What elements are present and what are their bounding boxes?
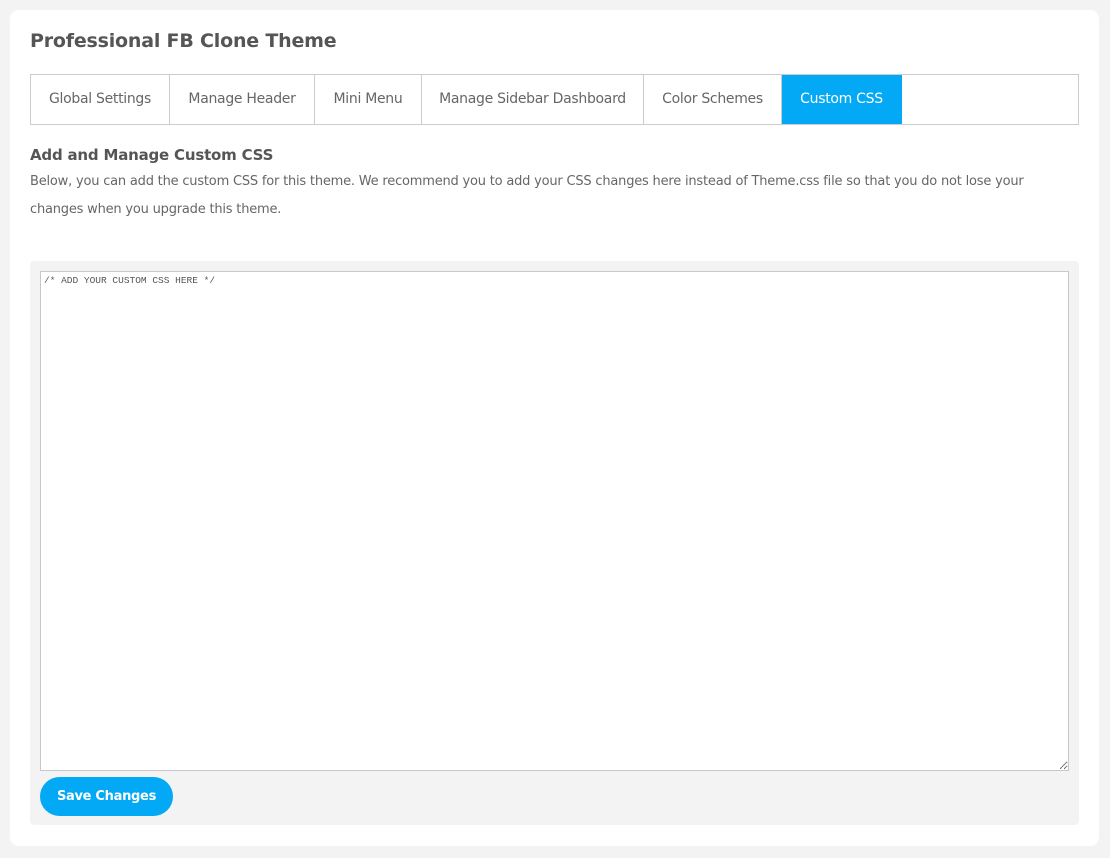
custom-css-textarea[interactable]: /* ADD YOUR CUSTOM CSS HERE */: [40, 271, 1069, 771]
tab-global-settings[interactable]: Global Settings: [31, 75, 170, 124]
settings-card: Professional FB Clone Theme Global Setti…: [10, 10, 1099, 846]
tab-mini-menu[interactable]: Mini Menu: [315, 75, 422, 124]
tab-color-schemes[interactable]: Color Schemes: [644, 75, 782, 124]
tab-manage-sidebar-dashboard[interactable]: Manage Sidebar Dashboard: [422, 75, 644, 124]
tab-custom-css[interactable]: Custom CSS: [782, 75, 902, 124]
section-title: Add and Manage Custom CSS: [30, 146, 274, 164]
editor-panel: /* ADD YOUR CUSTOM CSS HERE */ Save Chan…: [30, 261, 1079, 825]
tab-bar: Global Settings Manage Header Mini Menu …: [30, 74, 1079, 125]
tab-manage-header[interactable]: Manage Header: [170, 75, 315, 124]
page-title: Professional FB Clone Theme: [30, 30, 337, 52]
save-changes-button[interactable]: Save Changes: [40, 777, 173, 816]
section-description: Below, you can add the custom CSS for th…: [30, 174, 1024, 217]
